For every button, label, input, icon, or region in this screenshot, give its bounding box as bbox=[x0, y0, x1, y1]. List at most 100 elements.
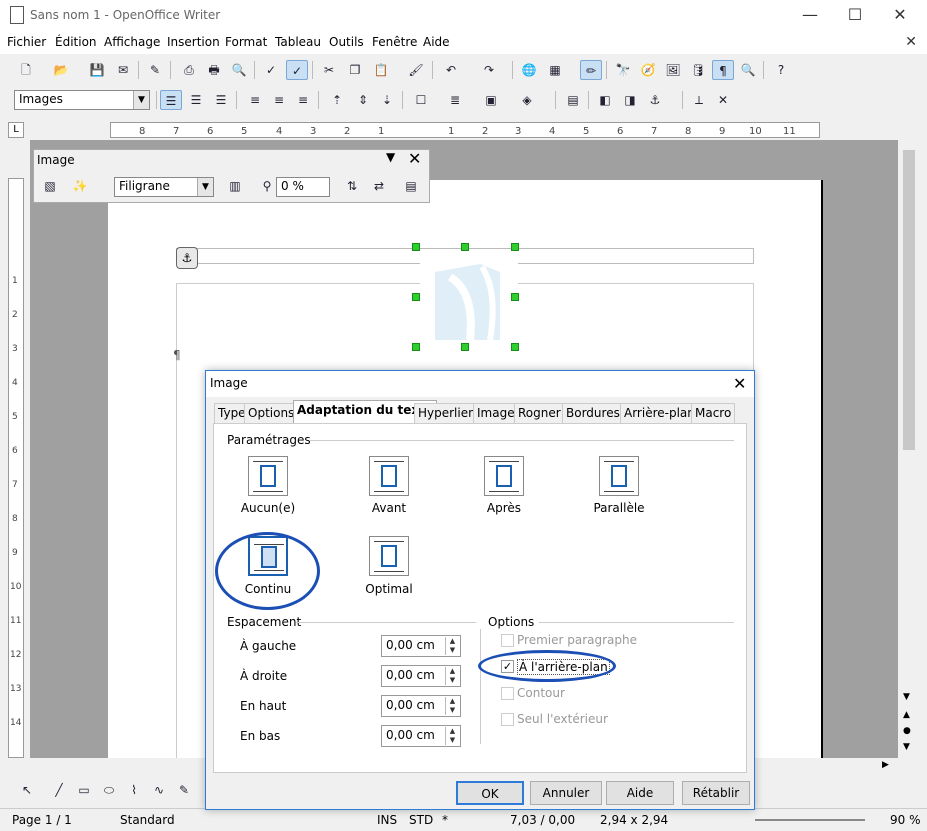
paragraph-style-combo[interactable]: Images ▼ bbox=[14, 90, 150, 110]
select-arrow-icon[interactable]: ↖ bbox=[16, 780, 38, 800]
format-paintbrush-icon[interactable]: 🖌 bbox=[405, 60, 427, 80]
watermark-image[interactable] bbox=[420, 252, 518, 348]
maximize-button[interactable]: ☐ bbox=[845, 6, 865, 26]
insert-image-icon[interactable]: ▧ bbox=[39, 176, 61, 196]
line-tool-icon[interactable]: ╱ bbox=[48, 780, 70, 800]
menu-outils[interactable]: Outils bbox=[329, 35, 364, 49]
background-color-icon[interactable]: ◈ bbox=[516, 90, 538, 110]
zoom-level[interactable]: 90 % bbox=[890, 813, 921, 827]
open-folder-icon[interactable]: 📂 bbox=[50, 60, 72, 80]
resize-handle[interactable] bbox=[461, 243, 469, 251]
unlink-frames-icon[interactable]: ✕ bbox=[712, 90, 734, 110]
cancel-button[interactable]: Annuler bbox=[530, 781, 602, 805]
zoom-slider[interactable] bbox=[755, 819, 865, 821]
undo-icon[interactable]: ↶ bbox=[440, 60, 462, 80]
spacing-bottom-field[interactable]: 0,00 cm ▲ ▼ bbox=[381, 725, 461, 747]
polygon-tool-icon[interactable]: ⌇ bbox=[123, 780, 145, 800]
edit-file-icon[interactable]: ✎ bbox=[144, 60, 166, 80]
align-right-icon[interactable]: ≡ bbox=[292, 90, 314, 110]
tab-hyperlien[interactable]: Hyperlien bbox=[414, 403, 480, 423]
resize-handle[interactable] bbox=[412, 243, 420, 251]
color-icon[interactable]: ▥ bbox=[224, 176, 246, 196]
print-icon[interactable]: 🖶 bbox=[203, 60, 225, 80]
curve-tool-icon[interactable]: ∿ bbox=[148, 780, 170, 800]
spin-buttons-icon[interactable]: ▲ ▼ bbox=[445, 727, 459, 745]
resize-handle[interactable] bbox=[511, 243, 519, 251]
zoom-icon[interactable]: 🔍 bbox=[737, 60, 759, 80]
page-style[interactable]: Standard bbox=[120, 813, 175, 827]
tab-arriere-plan[interactable]: Arrière-plan bbox=[620, 403, 699, 423]
align-middle-icon[interactable]: ⇕ bbox=[352, 90, 374, 110]
print-preview-icon[interactable]: 🔍 bbox=[228, 60, 250, 80]
vertical-scrollbar[interactable]: ▼ ▲ ● ▼ bbox=[900, 140, 917, 758]
wrap-after-option[interactable] bbox=[484, 456, 524, 496]
resize-handle[interactable] bbox=[412, 293, 420, 301]
chevron-down-icon[interactable]: ▼ bbox=[197, 178, 213, 196]
spin-buttons-icon[interactable]: ▲ ▼ bbox=[445, 667, 459, 685]
menu-format[interactable]: Format bbox=[225, 35, 267, 49]
paste-icon[interactable]: 📋 bbox=[370, 60, 392, 80]
image-properties-icon[interactable]: ▤ bbox=[400, 176, 422, 196]
transparency-icon[interactable]: ⚲ bbox=[256, 176, 278, 196]
show-draw-functions-icon[interactable]: ✏ bbox=[580, 60, 602, 80]
scroll-down-icon[interactable]: ▼ bbox=[903, 692, 910, 702]
email-icon[interactable]: ✉ bbox=[112, 60, 134, 80]
navigator-icon[interactable]: 🧭 bbox=[637, 60, 659, 80]
vertical-ruler[interactable]: 1 2 3 4 5 6 7 8 9 10 11 12 13 14 bbox=[8, 178, 24, 758]
outside-only-checkbox[interactable] bbox=[501, 713, 514, 726]
find-replace-icon[interactable]: 🔭 bbox=[612, 60, 634, 80]
align-center-icon[interactable]: ≡ bbox=[268, 90, 290, 110]
data-sources-icon[interactable]: 🛢 bbox=[687, 60, 709, 80]
new-document-icon[interactable]: 🗋 bbox=[15, 60, 37, 80]
filter-icon[interactable]: ✨ bbox=[69, 176, 91, 196]
flip-horizontal-icon[interactable]: ⇄ bbox=[368, 176, 390, 196]
close-document-icon[interactable]: ✕ bbox=[905, 34, 917, 50]
redo-icon[interactable]: ↷ bbox=[478, 60, 500, 80]
formatting-marks-icon[interactable]: ¶ bbox=[712, 60, 734, 80]
close-window-button[interactable]: ✕ bbox=[890, 6, 910, 26]
navigation-icon[interactable]: ● bbox=[903, 726, 911, 736]
spellcheck-icon[interactable]: ✓ bbox=[260, 60, 282, 80]
gallery-icon[interactable]: 🖼 bbox=[662, 60, 684, 80]
next-page-icon[interactable]: ▼ bbox=[903, 742, 910, 752]
tab-bordures[interactable]: Bordures bbox=[562, 403, 624, 423]
spacing-top-field[interactable]: 0,00 cm ▲ ▼ bbox=[381, 695, 461, 717]
menu-insertion[interactable]: Insertion bbox=[167, 35, 220, 49]
help-button[interactable]: Aide bbox=[606, 781, 674, 805]
wrap-off-icon[interactable]: ☰ bbox=[160, 90, 182, 110]
tab-options[interactable]: Options bbox=[244, 403, 299, 423]
link-frames-icon[interactable]: ⟂ bbox=[688, 90, 710, 110]
rectangle-tool-icon[interactable]: ▭ bbox=[73, 780, 95, 800]
ruler-tab-selector[interactable]: L bbox=[8, 122, 24, 138]
close-icon[interactable]: ✕ bbox=[733, 374, 746, 393]
autospellcheck-icon[interactable]: ✓ bbox=[286, 60, 308, 80]
first-paragraph-checkbox[interactable] bbox=[501, 634, 514, 647]
align-bottom-icon[interactable]: ⇣ bbox=[376, 90, 398, 110]
navigator-hyperlink-icon[interactable]: 🌐 bbox=[518, 60, 540, 80]
horizontal-ruler[interactable]: 8 7 6 5 4 3 2 1 1 2 3 4 5 6 7 8 9 10 11 bbox=[110, 122, 820, 138]
spin-buttons-icon[interactable]: ▲ ▼ bbox=[445, 697, 459, 715]
align-left-icon[interactable]: ≡ bbox=[244, 90, 266, 110]
align-top-icon[interactable]: ⇡ bbox=[326, 90, 348, 110]
resize-handle[interactable] bbox=[511, 343, 519, 351]
wrap-optimal-option[interactable] bbox=[369, 536, 409, 576]
menu-fenetre[interactable]: Fenêtre bbox=[372, 35, 417, 49]
chevron-down-icon[interactable]: ▼ bbox=[133, 91, 149, 109]
transparency-field[interactable]: 0 % bbox=[276, 177, 330, 197]
minimize-button[interactable]: — bbox=[800, 6, 820, 26]
tab-rogner[interactable]: Rogner bbox=[514, 403, 565, 423]
spin-buttons-icon[interactable]: ▲ ▼ bbox=[445, 637, 459, 655]
wrap-through-icon[interactable]: ☰ bbox=[210, 90, 232, 110]
menu-affichage[interactable]: Affichage bbox=[104, 35, 160, 49]
table-icon[interactable]: ▦ bbox=[544, 60, 566, 80]
scroll-thumb[interactable] bbox=[903, 150, 915, 450]
menu-fichier[interactable]: Fichier bbox=[7, 35, 46, 49]
cut-icon[interactable]: ✂ bbox=[318, 60, 340, 80]
save-icon[interactable]: 💾 bbox=[86, 60, 108, 80]
tab-image[interactable]: Image bbox=[473, 403, 519, 423]
insert-mode[interactable]: INS bbox=[377, 813, 397, 827]
tab-macro[interactable]: Macro bbox=[691, 403, 736, 423]
line-style-icon[interactable]: ≣ bbox=[444, 90, 466, 110]
selection-mode[interactable]: STD bbox=[409, 813, 433, 827]
graphics-mode-combo[interactable]: Filigrane ▼ bbox=[114, 177, 214, 197]
